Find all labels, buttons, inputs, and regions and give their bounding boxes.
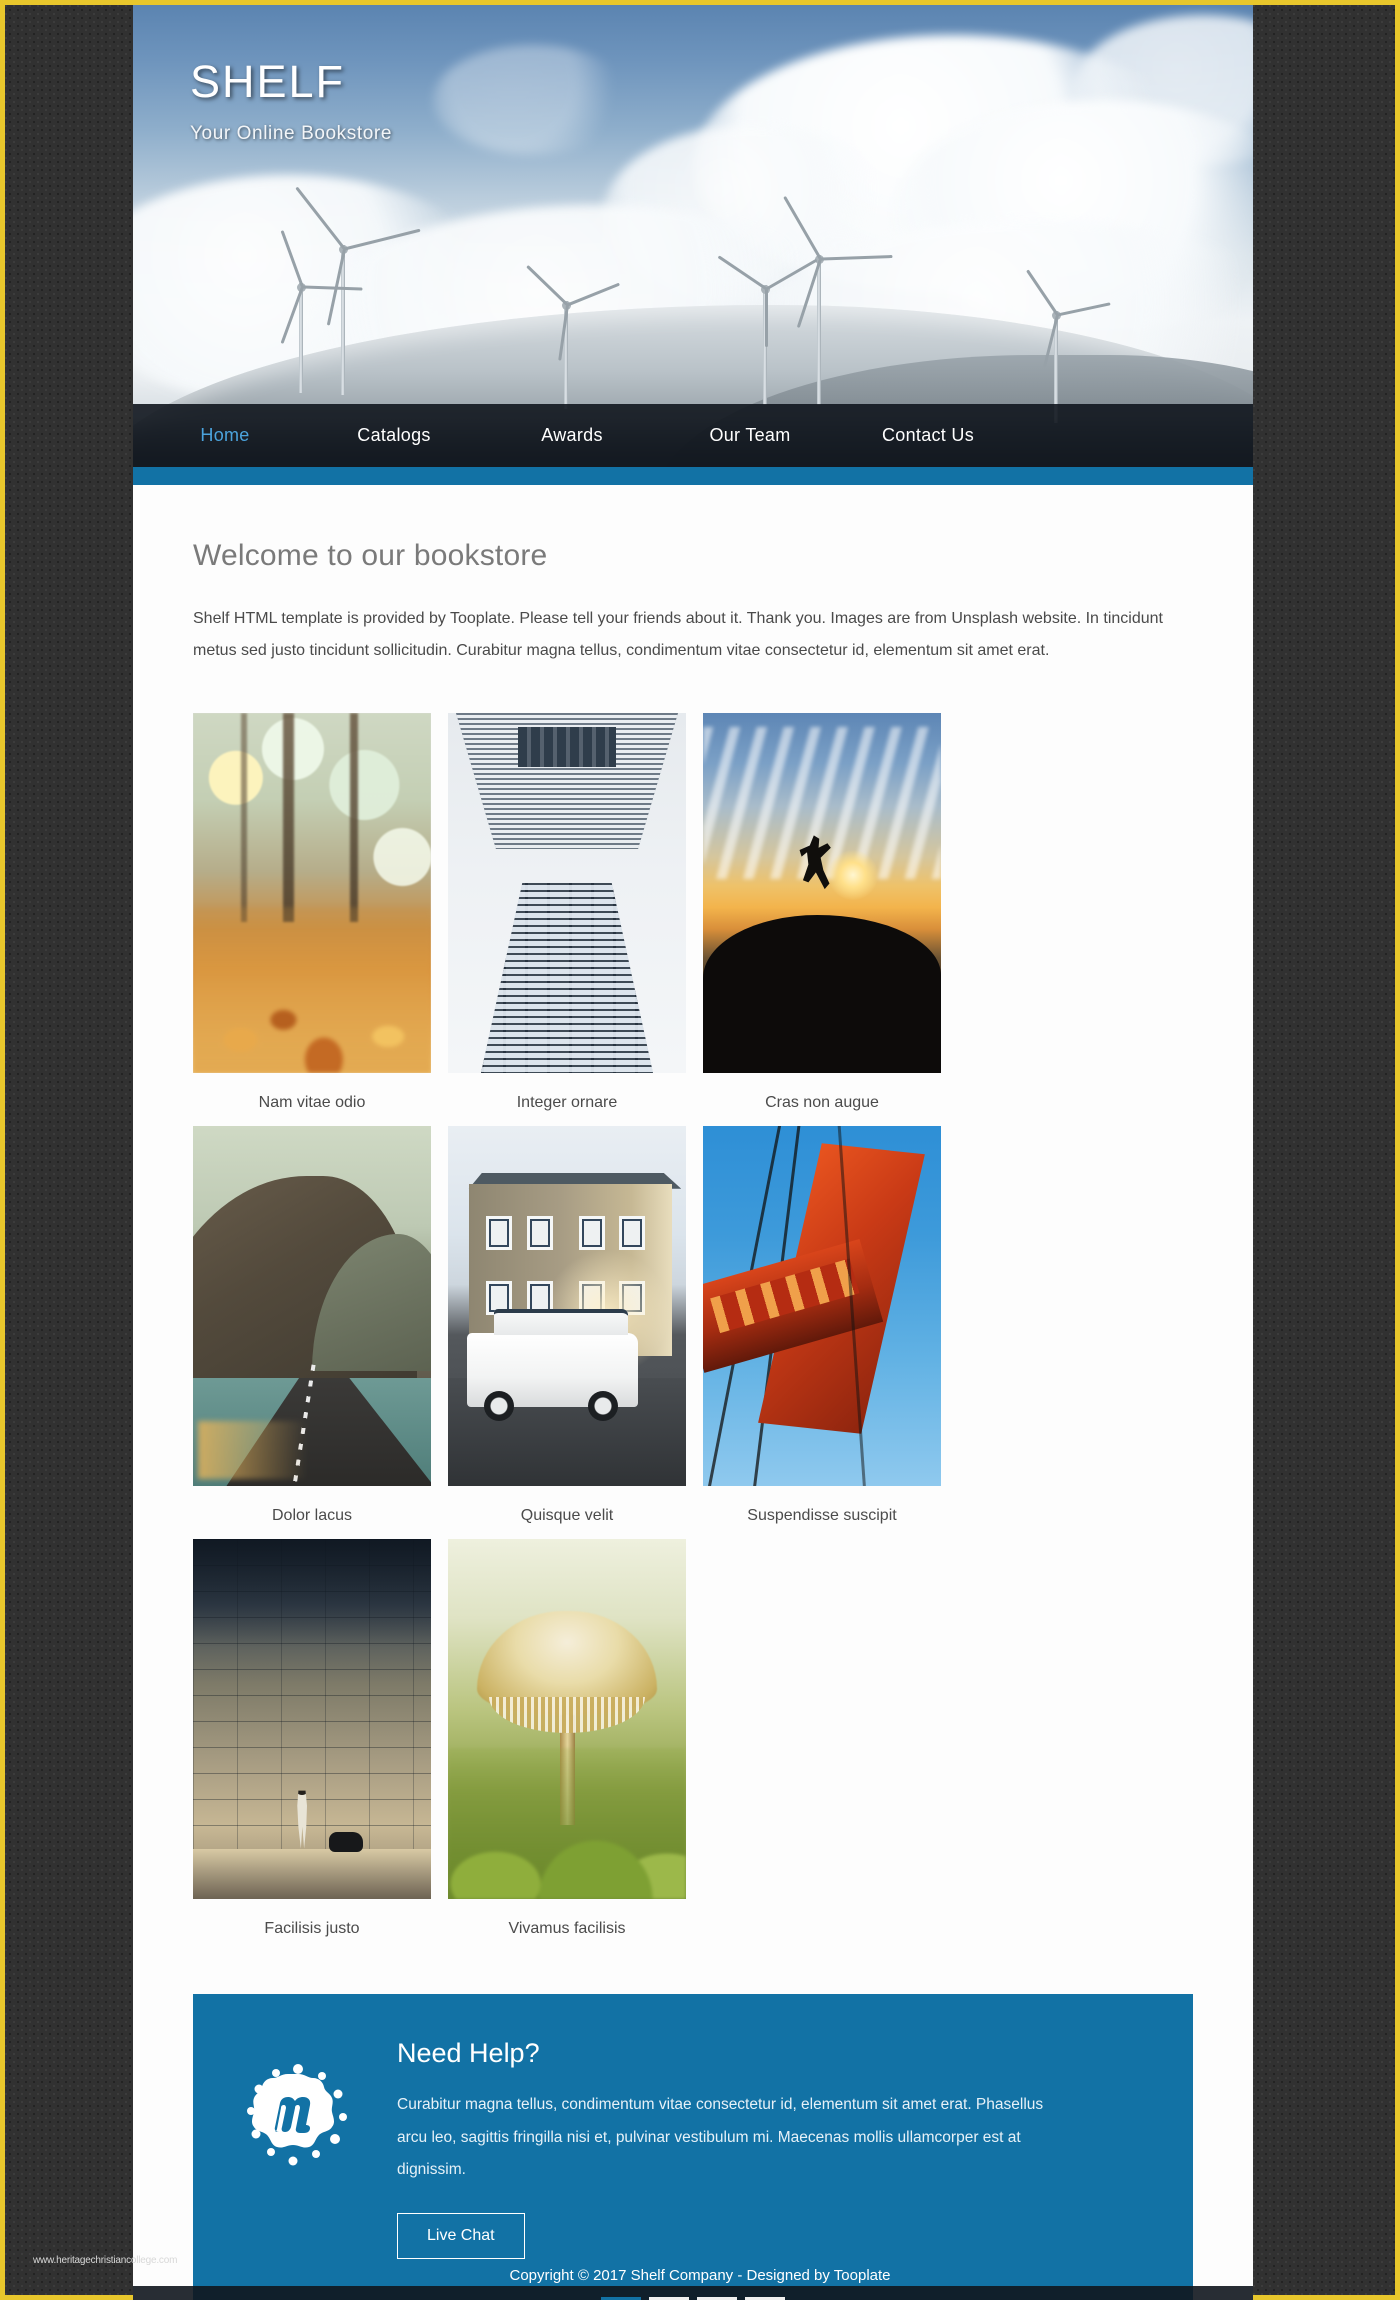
- nav-accent-bar: [133, 467, 1253, 485]
- house-and-jeep-image: [448, 1126, 686, 1486]
- gallery-item[interactable]: Vivamus facilisis: [448, 1539, 686, 1938]
- gallery-thumb-golden-gate-bridge[interactable]: [703, 1126, 941, 1486]
- gallery-thumb-white-jeep-house[interactable]: [448, 1126, 686, 1486]
- watermark-text: www.heritagechristiancollege.com: [33, 2255, 178, 2266]
- gallery-item[interactable]: Nam vitae odio: [193, 713, 431, 1112]
- nav-link-our-team[interactable]: Our Team: [709, 425, 790, 446]
- gallery-item[interactable]: Integer ornare: [448, 713, 686, 1112]
- nav-list: Home Catalogs Awards Our Team Contact Us: [133, 425, 1253, 446]
- site-title: SHELF: [190, 56, 346, 107]
- mountain-road-image: [193, 1126, 431, 1486]
- gallery-thumb-person-jumping-sunset[interactable]: [703, 713, 941, 1073]
- gallery-caption: Suspendisse suscipit: [747, 1507, 897, 1524]
- nav-item-our-team[interactable]: Our Team: [661, 425, 839, 446]
- nav-item-contact-us[interactable]: Contact Us: [839, 425, 1017, 446]
- nav-link-contact-us[interactable]: Contact Us: [882, 425, 974, 446]
- gallery-caption: Dolor lacus: [271, 1507, 353, 1524]
- nav-link-catalogs[interactable]: Catalogs: [357, 425, 430, 446]
- wind-turbine-icon: [273, 230, 363, 393]
- gallery-thumb-mountain-road-coast[interactable]: [193, 1126, 431, 1486]
- gallery-thumb-mushroom-moss-macro[interactable]: [448, 1539, 686, 1899]
- gallery-thumb-skyscraper-looking-up[interactable]: [448, 713, 686, 1073]
- meetup-m-logo-icon: [243, 2038, 353, 2175]
- gallery-item[interactable]: Suspendisse suscipit: [703, 1126, 941, 1525]
- page-title: Welcome to our bookstore: [193, 539, 548, 572]
- welcome-paragraph: Shelf HTML template is provided by Toopl…: [193, 610, 1163, 659]
- gallery-item[interactable]: Quisque velit: [448, 1126, 686, 1525]
- wind-turbine-icon: [783, 195, 893, 405]
- nav-item-catalogs[interactable]: Catalogs: [305, 425, 483, 446]
- site-container: SHELF Your Online Bookstore Home Catalog…: [133, 5, 1253, 2300]
- gallery-caption: Cras non augue: [765, 1094, 879, 1111]
- hero-header: SHELF Your Online Bookstore Home Catalog…: [133, 5, 1253, 485]
- nav-item-home[interactable]: Home: [145, 425, 305, 446]
- gallery-caption: Integer ornare: [516, 1094, 618, 1111]
- gallery-caption: Vivamus facilisis: [508, 1920, 626, 1937]
- nav-item-awards[interactable]: Awards: [483, 425, 661, 446]
- gallery-thumb-autumn-leaves-forest[interactable]: [193, 713, 431, 1073]
- nav-link-home[interactable]: Home: [200, 425, 249, 446]
- gallery-item[interactable]: Dolor lacus: [193, 1126, 431, 1525]
- gallery-caption: Nam vitae odio: [258, 1094, 366, 1111]
- cloud-decoration: [433, 45, 633, 155]
- gallery-grid: Nam vitae odio Integer ornare Cras non a…: [193, 713, 1193, 1938]
- page-frame: SHELF Your Online Bookstore Home Catalog…: [0, 0, 1400, 2300]
- gallery-thumb-child-dog-stone-wall[interactable]: [193, 1539, 431, 1899]
- gallery-item[interactable]: Cras non augue: [703, 713, 941, 1112]
- autumn-leaves-image: [193, 713, 431, 1073]
- jumping-silhouette-image: [703, 713, 941, 1073]
- footer-copyright: Copyright © 2017 Shelf Company - Designe…: [509, 2266, 891, 2284]
- hero-text-block: SHELF Your Online Bookstore: [190, 57, 392, 145]
- site-tagline: Your Online Bookstore: [190, 122, 393, 144]
- main-content: Welcome to our bookstore Shelf HTML temp…: [133, 485, 1253, 2300]
- gallery-caption: Facilisis justo: [264, 1920, 360, 1937]
- gallery-item[interactable]: Facilisis justo: [193, 1539, 431, 1938]
- child-and-dog-image: [193, 1539, 431, 1899]
- main-navigation[interactable]: Home Catalogs Awards Our Team Contact Us: [133, 404, 1253, 467]
- need-help-text: Curabitur magna tellus, condimentum vita…: [397, 2096, 1044, 2179]
- wind-turbine-icon: [526, 265, 620, 409]
- gallery-caption: Quisque velit: [520, 1507, 614, 1524]
- pagination[interactable]: 1 2 3 4: [133, 2285, 1253, 2300]
- need-help-title: Need Help?: [397, 2038, 540, 2068]
- mushroom-macro-image: [448, 1539, 686, 1899]
- nav-link-awards[interactable]: Awards: [541, 425, 603, 446]
- wind-turbine-icon: [717, 255, 818, 405]
- need-help-body: Need Help? Curabitur magna tellus, condi…: [397, 2038, 1143, 2259]
- skyscraper-image: [448, 713, 686, 1073]
- golden-gate-bridge-image: [703, 1126, 941, 1486]
